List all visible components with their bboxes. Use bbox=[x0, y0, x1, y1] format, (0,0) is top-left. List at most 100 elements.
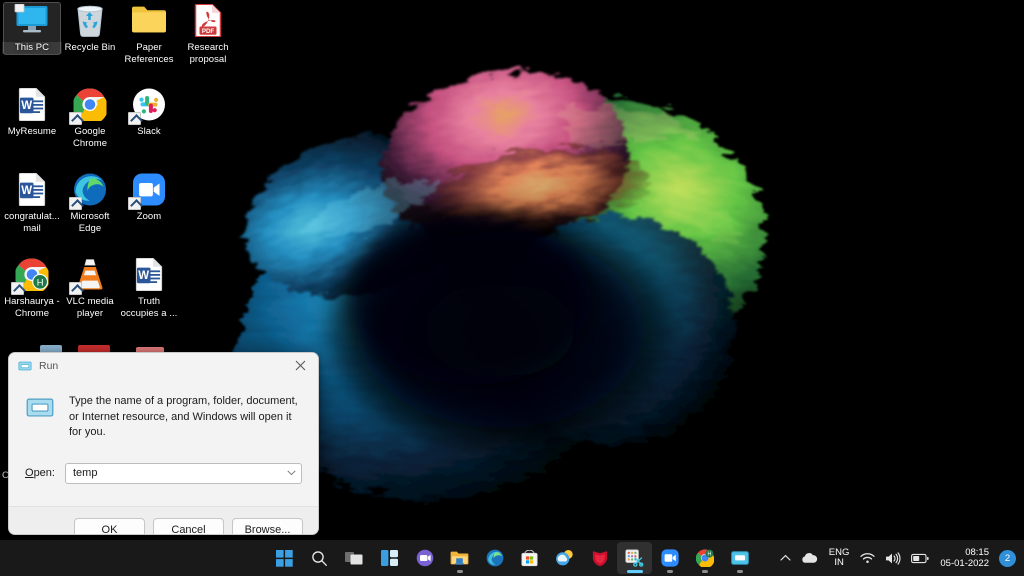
battery-icon bbox=[911, 553, 929, 563]
zoom-button[interactable] bbox=[652, 542, 687, 574]
desktop-icon-harshaurya-chrome[interactable]: H Harshaurya - Chrome bbox=[2, 256, 62, 319]
notification-center-button[interactable]: 2 bbox=[996, 543, 1018, 573]
open-field-label: Open: bbox=[25, 467, 55, 479]
language-indicator[interactable]: ENG IN bbox=[823, 543, 856, 573]
chevron-down-icon[interactable] bbox=[287, 464, 296, 483]
shortcut-overlay-icon bbox=[128, 197, 141, 210]
desktop-icon-label: Research proposal bbox=[187, 42, 229, 65]
desktop-icon-paper-references[interactable]: Paper References bbox=[119, 2, 179, 65]
chrome-profile-icon: H bbox=[2, 256, 62, 296]
mcafee-button[interactable] bbox=[582, 542, 617, 574]
shortcut-overlay-icon bbox=[69, 282, 82, 295]
desktop-icon-label: Truth occupies a ... bbox=[120, 296, 178, 319]
weather-button[interactable] bbox=[547, 542, 582, 574]
browse-button[interactable]: Browse... bbox=[232, 518, 303, 534]
desktop-icon-microsoft-edge[interactable]: Microsoft Edge bbox=[60, 171, 120, 234]
teams-chat-icon bbox=[416, 549, 433, 567]
microsoft-edge-button[interactable] bbox=[477, 542, 512, 574]
desktop: This PC Recycle Bin Paper References PDF… bbox=[0, 0, 1024, 576]
desktop-icon-slack[interactable]: Slack bbox=[119, 86, 179, 138]
language-secondary: IN bbox=[834, 557, 844, 568]
file-explorer-button[interactable] bbox=[442, 542, 477, 574]
microsoft-store-button[interactable] bbox=[512, 542, 547, 574]
microsoft-store-icon bbox=[521, 549, 538, 566]
desktop-icon-label: This PC bbox=[2, 42, 62, 54]
battery-button[interactable] bbox=[906, 543, 934, 573]
edge-icon bbox=[60, 171, 120, 211]
word-document-icon: W bbox=[2, 171, 62, 211]
system-tray: ENG IN 08:15 05-01-2022 2 bbox=[775, 540, 1018, 576]
mcafee-shield-icon bbox=[592, 550, 607, 566]
show-hidden-icons-button[interactable] bbox=[775, 543, 796, 573]
edge-icon bbox=[486, 549, 503, 567]
svg-text:W: W bbox=[21, 100, 32, 112]
run-description-icon bbox=[26, 398, 54, 417]
desktop-icon-label: congratulat... mail bbox=[4, 211, 60, 234]
run-dialog-description: Type the name of a program, folder, docu… bbox=[69, 395, 298, 438]
pdf-file-icon: PDF bbox=[178, 2, 238, 42]
clock-and-date[interactable]: 08:15 05-01-2022 bbox=[934, 543, 996, 573]
word-document-icon: W bbox=[2, 86, 62, 126]
desktop-icon-zoom[interactable]: Zoom bbox=[119, 171, 179, 223]
task-view-button[interactable] bbox=[337, 542, 372, 574]
chevron-up-icon bbox=[780, 554, 791, 561]
onedrive-tray-icon[interactable] bbox=[796, 543, 823, 573]
desktop-icon-label: Paper References bbox=[124, 42, 174, 65]
running-indicator bbox=[701, 570, 708, 573]
shortcut-overlay-icon bbox=[69, 112, 82, 125]
slack-icon bbox=[119, 86, 179, 126]
svg-text:W: W bbox=[21, 185, 32, 197]
desktop-icon-truth-occupies-a[interactable]: W Truth occupies a ... bbox=[119, 256, 179, 319]
desktop-icon-label: Harshaurya - Chrome bbox=[4, 296, 60, 319]
shortcut-overlay-icon bbox=[11, 282, 24, 295]
clock-time: 08:15 bbox=[965, 547, 989, 558]
desktop-icon-research-proposal[interactable]: PDF Research proposal bbox=[178, 2, 238, 65]
desktop-icon-label: MyResume bbox=[7, 126, 57, 137]
folder-icon bbox=[119, 2, 179, 42]
ok-button[interactable]: OK bbox=[74, 518, 145, 534]
desktop-icon-this-pc[interactable]: This PC bbox=[2, 2, 62, 55]
wifi-icon bbox=[860, 553, 876, 564]
snipping-tool-button[interactable] bbox=[617, 542, 652, 574]
start-button[interactable] bbox=[267, 542, 302, 574]
desktop-icon-label: Google Chrome bbox=[72, 126, 108, 149]
network-button[interactable] bbox=[855, 543, 880, 573]
run-dialog-title: Run bbox=[39, 359, 59, 372]
file-explorer-icon bbox=[450, 551, 469, 565]
taskbar: H ENG IN 08:15 05-01-2022 2 bbox=[0, 540, 1024, 576]
volume-button[interactable] bbox=[880, 543, 906, 573]
speaker-icon bbox=[886, 551, 901, 565]
close-icon[interactable] bbox=[282, 353, 318, 378]
chrome-profile-icon: H bbox=[695, 549, 714, 567]
shortcut-overlay-icon bbox=[69, 197, 82, 210]
notification-count-badge: 2 bbox=[999, 549, 1016, 567]
desktop-icon-google-chrome[interactable]: Google Chrome bbox=[60, 86, 120, 149]
zoom-icon bbox=[660, 549, 679, 567]
run-dialog[interactable]: Run Type the name of a program, folder, … bbox=[8, 352, 319, 535]
recycle-bin-icon bbox=[60, 2, 120, 42]
cancel-button[interactable]: Cancel bbox=[153, 518, 224, 534]
search-button[interactable] bbox=[302, 542, 337, 574]
svg-text:H: H bbox=[37, 276, 44, 287]
run-dialog-titlebar[interactable]: Run bbox=[9, 353, 318, 378]
chrome-button[interactable]: H bbox=[687, 542, 722, 574]
run-window-icon bbox=[18, 361, 32, 370]
desktop-icon-myresume[interactable]: W MyResume bbox=[2, 86, 62, 138]
chrome-icon bbox=[60, 86, 120, 126]
windows-start-icon bbox=[276, 549, 293, 567]
vlc-icon bbox=[60, 256, 120, 296]
widgets-button[interactable] bbox=[372, 542, 407, 574]
clock-date: 05-01-2022 bbox=[940, 558, 989, 569]
desktop-icon-label: Recycle Bin bbox=[64, 42, 116, 53]
open-input-value[interactable]: temp bbox=[66, 467, 97, 479]
desktop-icon-recycle-bin[interactable]: Recycle Bin bbox=[60, 2, 120, 54]
running-indicator bbox=[666, 570, 673, 573]
run-window-button[interactable] bbox=[722, 542, 757, 574]
desktop-icon-label: Slack bbox=[137, 126, 161, 137]
teams-chat-button[interactable] bbox=[407, 542, 442, 574]
svg-text:PDF: PDF bbox=[202, 28, 215, 35]
desktop-icon-vlc-media-player[interactable]: VLC media player bbox=[60, 256, 120, 319]
open-combobox[interactable]: temp bbox=[65, 462, 302, 484]
desktop-icon-congratulat-mail[interactable]: W congratulat... mail bbox=[2, 171, 62, 234]
running-indicator bbox=[736, 570, 743, 573]
